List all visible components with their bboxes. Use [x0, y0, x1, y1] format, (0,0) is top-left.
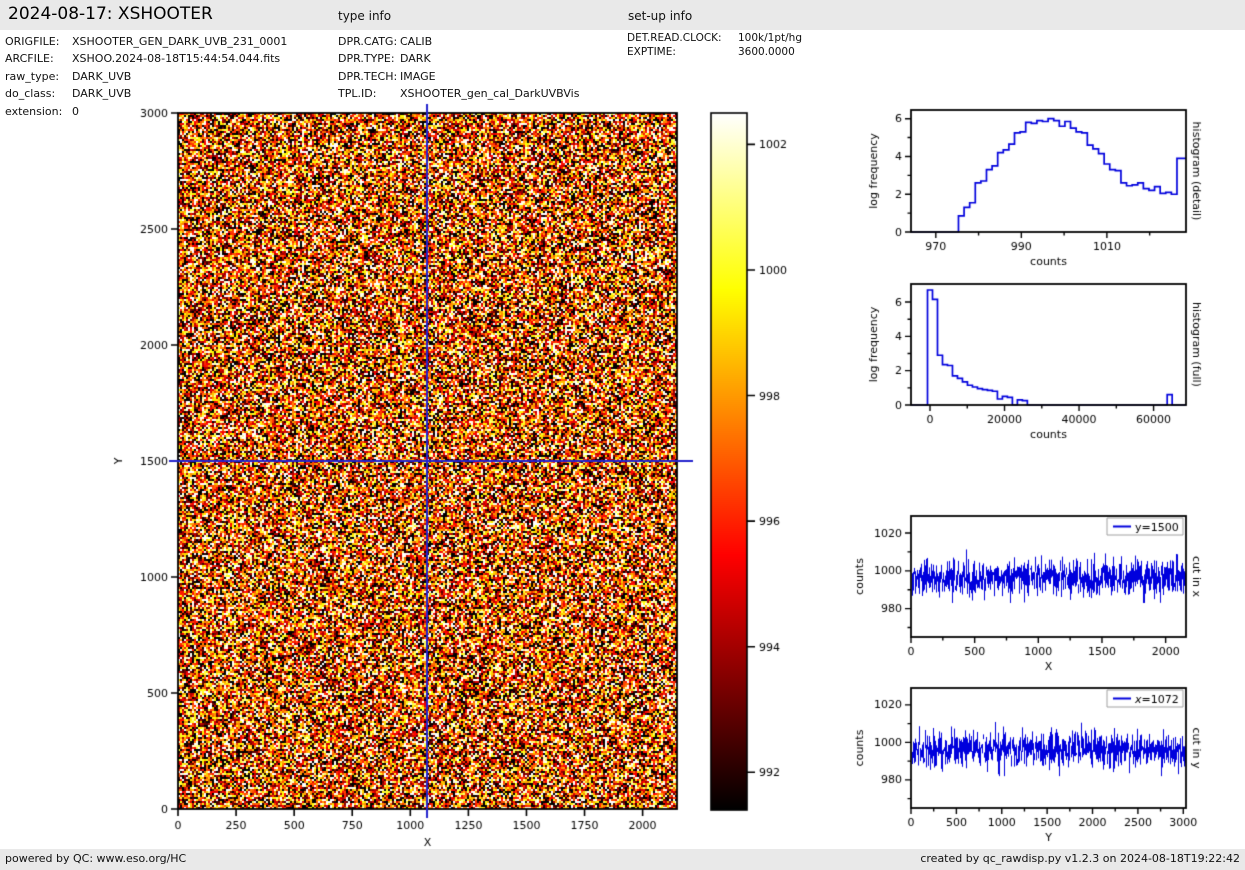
meta-value: DARK_UVB	[72, 68, 131, 85]
meta-value: DARK	[400, 50, 431, 67]
qc-report-page: 2024-08-17: XSHOOTER type info set-up in…	[0, 0, 1245, 870]
colorbar	[698, 100, 818, 862]
meta-row: ORIGFILE:XSHOOTER_GEN_DARK_UVB_231_0001	[5, 33, 287, 50]
meta-row: EXPTIME:3600.0000	[627, 45, 802, 59]
header-bar: 2024-08-17: XSHOOTER type info set-up in…	[0, 0, 1245, 30]
meta-value: CALIB	[400, 33, 432, 50]
page-title: 2024-08-17: XSHOOTER	[8, 4, 213, 24]
meta-label: ORIGFILE:	[5, 33, 72, 50]
meta-row: ARCFILE:XSHOO.2024-08-18T15:44:54.044.fi…	[5, 50, 287, 67]
meta-value: IMAGE	[400, 68, 436, 85]
meta-label: EXPTIME:	[627, 45, 738, 59]
footer-right-text: created by qc_rawdisp.py v1.2.3 on 2024-…	[920, 852, 1240, 865]
meta-row: raw_type:DARK_UVB	[5, 68, 287, 85]
footer-left-text: powered by QC: www.eso.org/HC	[5, 852, 186, 865]
meta-label: raw_type:	[5, 68, 72, 85]
footer-bar: powered by QC: www.eso.org/HC created by…	[0, 849, 1245, 870]
meta-value: 100k/1pt/hg	[738, 31, 802, 45]
meta-row: DPR.TYPE:DARK	[338, 50, 579, 67]
meta-row: DPR.TECH:IMAGE	[338, 68, 579, 85]
meta-value: XSHOOTER_GEN_DARK_UVB_231_0001	[72, 33, 287, 50]
meta-value: XSHOO.2024-08-18T15:44:54.044.fits	[72, 50, 280, 67]
meta-value: 0	[72, 103, 79, 120]
meta-row: DET.READ.CLOCK:100k/1pt/hg	[627, 31, 802, 45]
cut-in-y-plot	[850, 672, 1245, 850]
meta-value: 3600.0000	[738, 45, 795, 59]
type-info-title: type info	[338, 9, 391, 23]
meta-label: do_class:	[5, 85, 72, 102]
meta-label: ARCFILE:	[5, 50, 72, 67]
meta-label: extension:	[5, 103, 72, 120]
meta-label: DET.READ.CLOCK:	[627, 31, 738, 45]
cut-in-x-plot	[850, 500, 1245, 680]
raw-image-plot	[110, 100, 710, 862]
meta-label: DPR.CATG:	[338, 33, 400, 50]
meta-label: DPR.TYPE:	[338, 50, 400, 67]
setup-info-title: set-up info	[628, 9, 692, 23]
meta-label: DPR.TECH:	[338, 68, 400, 85]
histogram-detail-plot	[850, 95, 1245, 275]
setup-info-block: DET.READ.CLOCK:100k/1pt/hgEXPTIME:3600.0…	[627, 31, 802, 59]
type-info-block: DPR.CATG:CALIBDPR.TYPE:DARKDPR.TECH:IMAG…	[338, 33, 579, 103]
meta-row: DPR.CATG:CALIB	[338, 33, 579, 50]
histogram-full-plot	[850, 268, 1245, 448]
